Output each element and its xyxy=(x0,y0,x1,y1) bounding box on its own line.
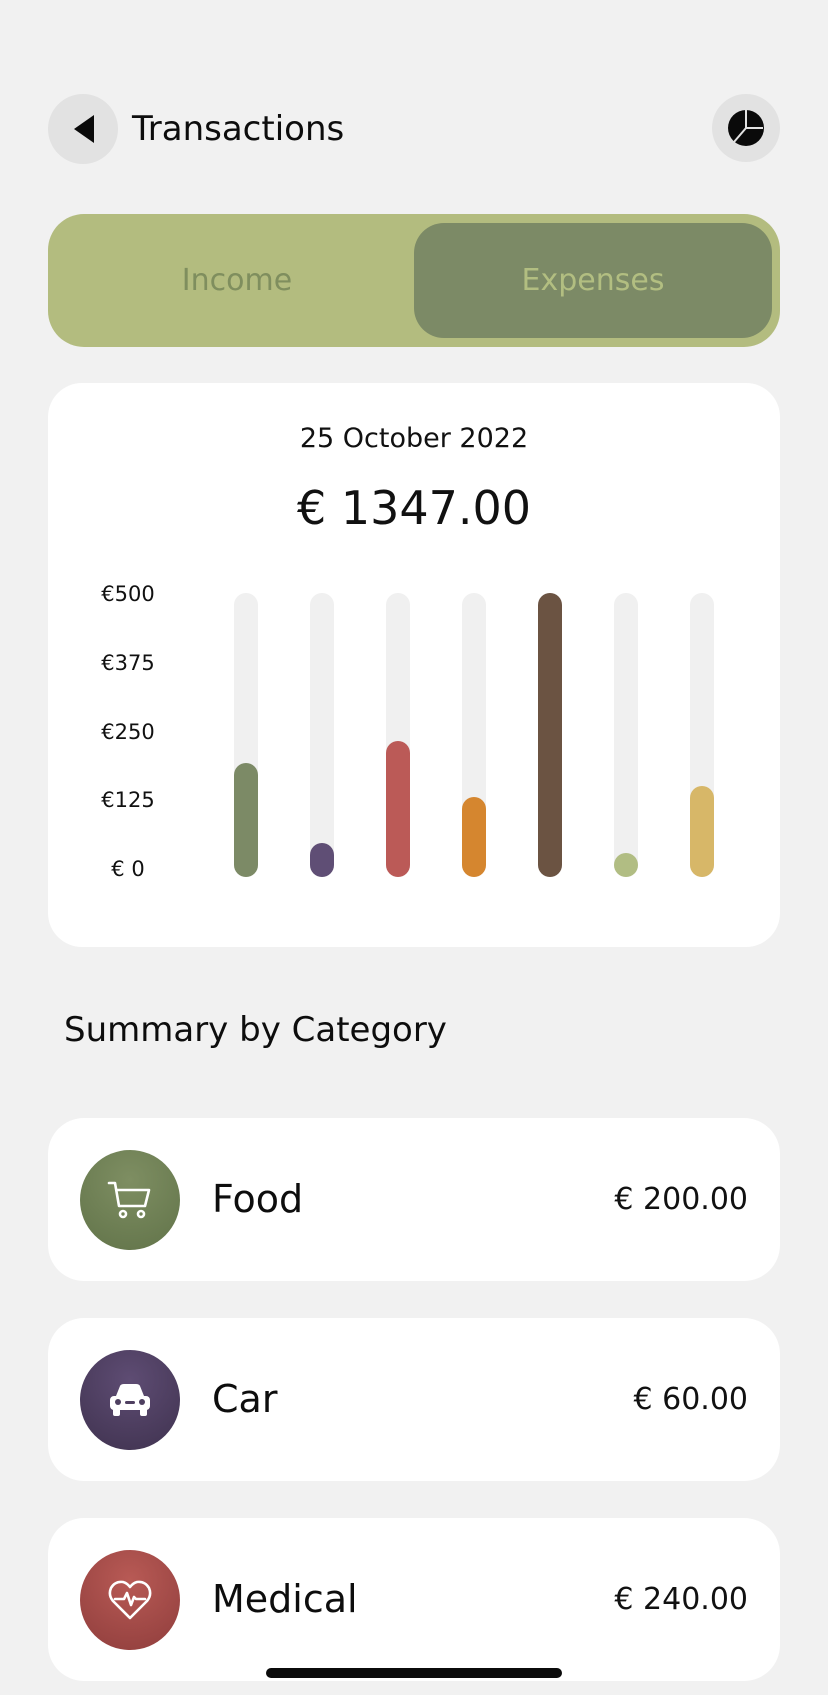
bar[interactable] xyxy=(386,740,410,877)
category-icon-circle xyxy=(80,1350,180,1450)
bar[interactable] xyxy=(614,853,638,877)
car-icon xyxy=(110,1384,150,1416)
chart-total-amount: € 1347.00 xyxy=(296,481,532,535)
bar[interactable] xyxy=(690,786,714,877)
page-title: Transactions xyxy=(132,109,345,149)
bar-track xyxy=(386,593,410,877)
bar-track xyxy=(538,593,562,877)
y-tick-label: €250 xyxy=(101,719,155,744)
back-triangle-icon xyxy=(74,115,94,143)
cart-icon xyxy=(107,1181,151,1219)
category-card-food[interactable]: Food € 200.00 xyxy=(48,1118,780,1281)
category-amount: € 240.00 xyxy=(614,1582,748,1617)
section-title: Summary by Category xyxy=(64,1010,447,1050)
category-name: Food xyxy=(212,1177,304,1221)
category-card-car[interactable]: Car € 60.00 xyxy=(48,1318,780,1481)
category-card-medical[interactable]: Medical € 240.00 xyxy=(48,1518,780,1681)
category-amount: € 200.00 xyxy=(614,1182,748,1217)
chart-view-button[interactable] xyxy=(712,94,780,162)
income-expenses-toggle: Income Expenses xyxy=(48,214,780,347)
category-name: Car xyxy=(212,1377,278,1421)
bar-track xyxy=(614,593,638,877)
y-tick-label: € 0 xyxy=(111,857,145,881)
y-tick-label: €500 xyxy=(101,582,155,606)
header: Transactions xyxy=(48,94,780,164)
bar[interactable] xyxy=(538,593,562,877)
y-tick-label: €125 xyxy=(101,788,155,813)
bar-track xyxy=(462,593,486,877)
expenses-chart-card: 25 October 2022 € 1347.00 €500 €375 €250 €1… xyxy=(48,383,780,947)
bar-track xyxy=(234,593,258,877)
chart-date: 25 October 2022 xyxy=(299,423,529,454)
y-tick-label: €375 xyxy=(101,650,155,675)
category-name: Medical xyxy=(212,1577,358,1621)
category-icon-circle xyxy=(80,1550,180,1650)
heart-pulse-icon xyxy=(108,1580,152,1620)
bar[interactable] xyxy=(234,763,258,877)
bar[interactable] xyxy=(310,842,334,877)
home-indicator xyxy=(266,1668,562,1678)
bar-track xyxy=(310,593,334,877)
category-icon-circle xyxy=(80,1150,180,1250)
pie-chart-icon xyxy=(728,110,764,146)
bar[interactable] xyxy=(462,797,486,877)
tab-income[interactable]: Income xyxy=(58,223,416,338)
back-button[interactable] xyxy=(48,94,118,164)
bar-track xyxy=(690,593,714,877)
category-amount: € 60.00 xyxy=(633,1382,748,1417)
tab-expenses[interactable]: Expenses xyxy=(414,223,772,338)
